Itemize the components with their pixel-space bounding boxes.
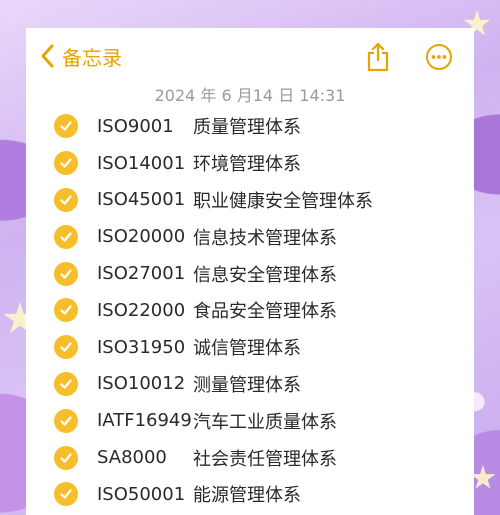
checkbox[interactable] — [54, 151, 78, 176]
checkmark-icon — [60, 305, 72, 315]
item-code: SA8000 — [97, 447, 167, 469]
checkmark-icon — [60, 158, 72, 168]
checklist-item: ISO31950 诚信管理体系 — [54, 329, 464, 366]
item-name: 食品安全管理体系 — [193, 301, 337, 323]
item-code: ISO20000 — [97, 226, 186, 248]
checkmark-icon — [60, 195, 72, 205]
checkbox[interactable] — [54, 408, 78, 433]
share-icon — [367, 42, 389, 72]
more-icon — [426, 44, 452, 70]
item-code: ISO22000 — [97, 299, 186, 321]
checklist-item: ISO10012 测量管理体系 — [54, 366, 464, 403]
checklist-item: IATF16949 汽车工业质量体系 — [54, 402, 464, 439]
item-name: 质量管理体系 — [193, 117, 301, 139]
checkbox[interactable] — [54, 371, 78, 396]
item-code: ISO31950 — [97, 336, 186, 358]
checklist-item: ISO20000 信息技术管理体系 — [54, 218, 464, 255]
item-name: 诚信管理体系 — [193, 338, 301, 360]
share-button[interactable] — [363, 42, 393, 72]
item-name: 测量管理体系 — [193, 374, 301, 396]
item-code: ISO27001 — [97, 263, 186, 285]
checkbox[interactable] — [54, 261, 78, 286]
checklist-item: SA8000 社会责任管理体系 — [54, 439, 464, 476]
item-code: ISO50001 — [97, 483, 186, 505]
note-sheet: 备忘录 2024 年 6 月14 日 14:31 ISO9001 质量管理体系 … — [26, 28, 474, 515]
checkmark-icon — [60, 342, 72, 352]
checkmark-icon — [60, 489, 72, 499]
checkbox[interactable] — [54, 335, 78, 360]
checkmark-icon — [60, 268, 72, 279]
back-label: 备忘录 — [62, 45, 122, 70]
item-code: ISO9001 — [97, 115, 174, 137]
item-code: ISO14001 — [97, 152, 186, 174]
chevron-left-icon — [41, 44, 54, 68]
more-button[interactable] — [424, 42, 454, 72]
checkbox[interactable] — [54, 298, 78, 323]
checklist: ISO9001 质量管理体系 ISO14001 环境管理体系 ISO45001 … — [54, 108, 464, 513]
item-name: 信息安全管理体系 — [193, 264, 337, 286]
item-name: 能源管理体系 — [193, 485, 301, 507]
checkmark-icon — [60, 416, 72, 426]
checklist-item: ISO9001 质量管理体系 — [54, 108, 464, 145]
item-code: ISO10012 — [97, 373, 186, 395]
checkbox[interactable] — [54, 187, 78, 212]
item-code: ISO45001 — [97, 189, 186, 211]
checkbox[interactable] — [54, 224, 78, 249]
checkmark-icon — [60, 232, 72, 242]
checkmark-icon — [60, 452, 72, 463]
checkbox[interactable] — [54, 445, 78, 470]
checkbox[interactable] — [54, 482, 78, 507]
checkmark-icon — [60, 121, 72, 131]
item-name: 汽车工业质量体系 — [193, 411, 337, 433]
item-name: 社会责任管理体系 — [193, 448, 337, 470]
checkbox[interactable] — [54, 114, 78, 139]
checklist-item: ISO50001 能源管理体系 — [54, 476, 464, 513]
item-code: IATF16949 — [97, 410, 192, 432]
checklist-item: ISO14001 环境管理体系 — [54, 145, 464, 182]
checklist-item: ISO27001 信息安全管理体系 — [54, 255, 464, 292]
item-name: 职业健康安全管理体系 — [193, 190, 373, 212]
item-name: 信息技术管理体系 — [193, 227, 337, 249]
item-name: 环境管理体系 — [193, 154, 301, 176]
checklist-item: ISO22000 食品安全管理体系 — [54, 292, 464, 329]
checkmark-icon — [60, 379, 72, 389]
note-date: 2024 年 6 月14 日 14:31 — [154, 86, 346, 105]
checklist-item: ISO45001 职业健康安全管理体系 — [54, 182, 464, 219]
back-button[interactable]: 备忘录 — [38, 42, 122, 70]
